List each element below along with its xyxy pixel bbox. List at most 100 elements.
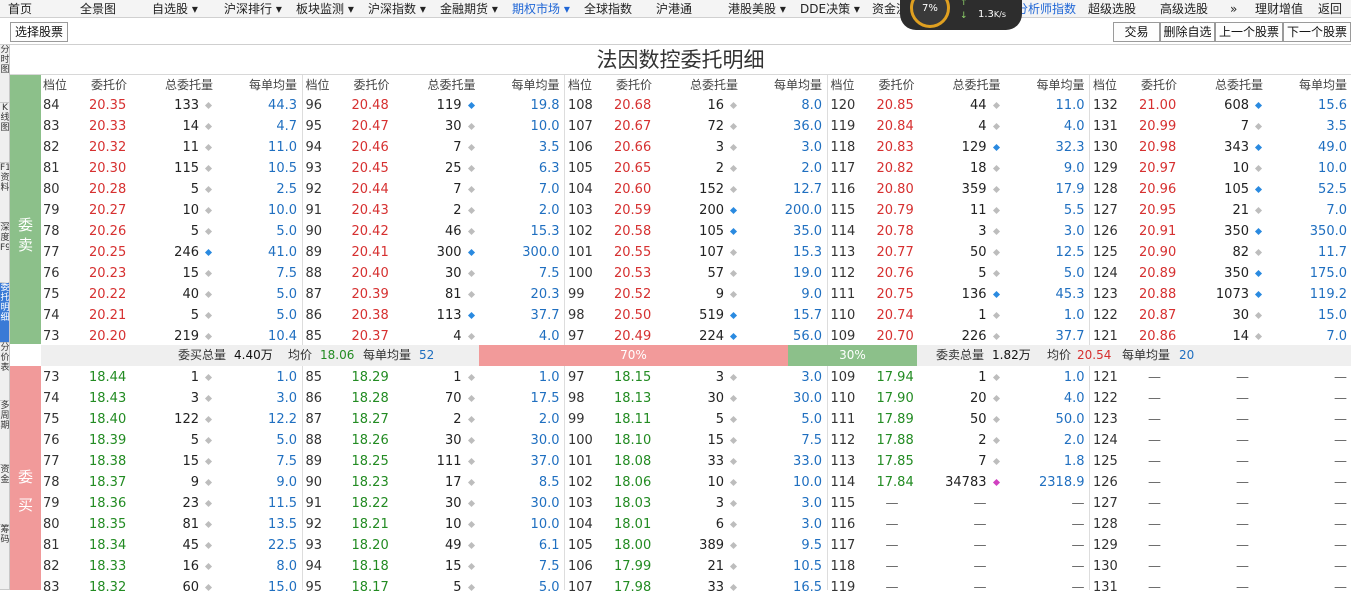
- order-level: 118: [830, 140, 856, 155]
- order-level: 122: [1093, 391, 1118, 406]
- menu-item-8[interactable]: 全球指数: [584, 1, 632, 17]
- volume-marker-icon: [729, 562, 738, 571]
- order-avg-volume: 37.7: [1055, 329, 1085, 344]
- order-level: 108: [568, 98, 593, 113]
- order-level: 85: [305, 370, 323, 385]
- sell-row: 82 20.32 11 11.0 94 20.46 7 3.5 106 20.66 3 3.0 118 2…: [41, 137, 1351, 158]
- buy-row: 74 18.43 3 3.0 86 18.28 70 17.5 98 18.13 30 30.0 110…: [41, 388, 1351, 409]
- order-avg-volume: 49.0: [1318, 140, 1347, 155]
- volume-marker-icon: [467, 143, 475, 152]
- order-avg-volume: 119.2: [1309, 287, 1347, 302]
- order-total-volume: 18: [969, 161, 987, 176]
- order-price: 20.38: [351, 308, 389, 323]
- order-price: 18.26: [351, 433, 389, 448]
- menu-item-10[interactable]: 港股美股 ▾: [728, 1, 786, 17]
- order-avg-volume: 11.0: [268, 140, 297, 155]
- order-avg-volume: 2.0: [1063, 433, 1085, 448]
- volume-marker-icon: [467, 227, 475, 236]
- sidebar-tab-6[interactable]: 多周期: [0, 401, 9, 465]
- prev-stock-button[interactable]: 上一个股票: [1215, 22, 1283, 42]
- menu-item-14[interactable]: 超级选股: [1088, 1, 1136, 17]
- order-avg-volume: —: [1334, 454, 1347, 469]
- menu-item-13[interactable]: 分析师指数: [1016, 1, 1076, 17]
- menu-item-1[interactable]: 全景图: [80, 1, 116, 17]
- menu-item-6[interactable]: 金融期货 ▾: [440, 1, 498, 17]
- next-stock-button[interactable]: 下一个股票: [1283, 22, 1351, 42]
- sell-per-label: 每单均量: [363, 348, 412, 362]
- sell-avg-value: 18.06: [320, 348, 355, 362]
- sidebar-tab-8[interactable]: 筹码: [0, 525, 9, 590]
- order-price: 20.66: [614, 140, 652, 155]
- order-price: 20.27: [89, 203, 127, 218]
- sidebar-tab-2[interactable]: F10资料: [0, 163, 9, 223]
- volume-marker-icon: [467, 269, 475, 278]
- sidebar-tab-5[interactable]: 分价表: [0, 343, 9, 401]
- order-level: 114: [830, 475, 856, 490]
- order-avg-volume: 3.0: [276, 391, 297, 406]
- sell-row: 75 20.22 40 5.0 87 20.39 81 20.3 99 20.52 9 9.0 111 2…: [41, 284, 1351, 305]
- menu-item-18[interactable]: 返回: [1318, 1, 1342, 17]
- order-total-volume: —: [1236, 538, 1249, 553]
- menu-item-11[interactable]: DDE决策 ▾: [800, 1, 860, 17]
- volume-marker-icon: [1254, 269, 1263, 278]
- order-total-volume: 2: [715, 161, 724, 176]
- buy-row: 77 18.38 15 7.5 89 18.25 111 37.0 101 18.08 33 33.0…: [41, 451, 1351, 472]
- order-avg-volume: 300.0: [522, 245, 560, 260]
- order-avg-volume: 5.0: [801, 412, 822, 427]
- order-price: 18.08: [614, 454, 652, 469]
- delete-watchlist-button[interactable]: 删除自选: [1160, 22, 1215, 42]
- sidebar-tab-0[interactable]: 分时图: [0, 45, 9, 103]
- select-stock-button[interactable]: 选择股票: [10, 22, 68, 42]
- sidebar-tab-3[interactable]: 深度F9: [0, 223, 9, 283]
- order-total-volume: 34783: [945, 475, 987, 490]
- order-level: 125: [1093, 245, 1118, 260]
- order-total-volume: 2: [453, 412, 462, 427]
- order-avg-volume: 45.3: [1055, 287, 1085, 302]
- order-total-volume: 389: [699, 538, 724, 553]
- volume-marker-icon: [729, 373, 738, 382]
- order-avg-volume: 7.5: [801, 433, 822, 448]
- volume-marker-icon: [1254, 290, 1263, 299]
- sidebar-tab-4[interactable]: 委托明细: [0, 283, 9, 343]
- order-level: 131: [1093, 580, 1118, 595]
- order-price: 18.00: [614, 538, 652, 553]
- order-total-volume: 359: [961, 182, 987, 197]
- order-avg-volume: 7.5: [276, 454, 297, 469]
- volume-marker-icon: [204, 478, 213, 487]
- order-price: 18.44: [89, 370, 127, 385]
- order-total-volume: 14: [1232, 329, 1249, 344]
- order-total-volume: 6: [715, 517, 724, 532]
- order-level: 117: [830, 538, 856, 553]
- menu-item-2[interactable]: 自选股 ▾: [152, 1, 198, 17]
- sell-row: 79 20.27 10 10.0 91 20.43 2 2.0 103 20.59 200 200.0…: [41, 200, 1351, 221]
- order-price: 20.21: [89, 308, 127, 323]
- order-avg-volume: 5.0: [276, 287, 297, 302]
- menu-item-5[interactable]: 沪深指数 ▾: [368, 1, 426, 17]
- menu-item-7[interactable]: 期权市场 ▾: [512, 1, 570, 17]
- header-price: 委托价: [91, 78, 128, 92]
- order-total-volume: 15: [707, 433, 724, 448]
- order-price: 20.22: [89, 287, 127, 302]
- order-price: 18.38: [89, 454, 127, 469]
- sidebar-tab-1[interactable]: K线图: [0, 103, 9, 163]
- menu-item-15[interactable]: 高级选股: [1160, 1, 1208, 17]
- sell-per-value: 52: [419, 348, 435, 362]
- order-avg-volume: 15.6: [1318, 98, 1347, 113]
- order-total-volume: 30: [444, 496, 462, 511]
- order-avg-volume: 35.0: [793, 224, 822, 239]
- menu-item-9[interactable]: 沪港通: [656, 1, 692, 17]
- order-avg-volume: 9.0: [801, 287, 822, 302]
- menu-item-3[interactable]: 沪深排行 ▾: [224, 1, 282, 17]
- order-avg-volume: 12.2: [268, 412, 297, 427]
- order-avg-volume: 22.5: [268, 538, 297, 553]
- volume-marker-icon: [204, 332, 213, 341]
- menu-item-0[interactable]: 首页: [8, 1, 32, 17]
- menu-item-16[interactable]: »: [1230, 1, 1237, 17]
- volume-marker-icon: [729, 520, 738, 529]
- menu-item-17[interactable]: 理财增值: [1255, 1, 1303, 17]
- menu-item-4[interactable]: 板块监测 ▾: [296, 1, 354, 17]
- volume-marker-icon: [992, 311, 1000, 320]
- sidebar-tab-7[interactable]: 资金: [0, 465, 9, 525]
- trade-button[interactable]: 交易: [1113, 22, 1160, 42]
- volume-marker-icon: [992, 290, 1000, 299]
